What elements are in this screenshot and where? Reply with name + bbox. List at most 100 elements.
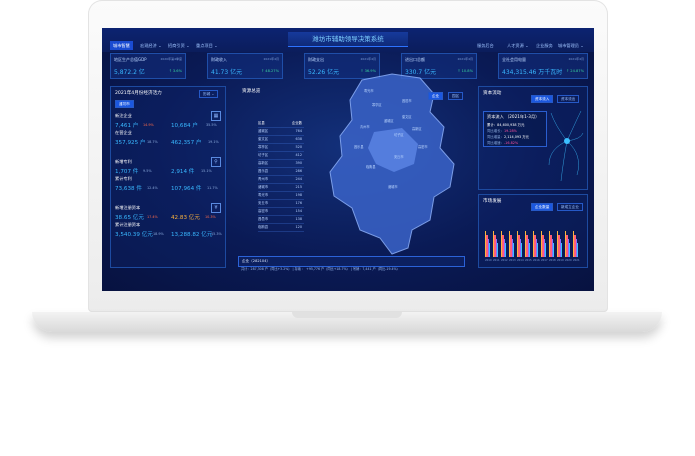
table-row[interactable]: 高密市 154 [258,208,304,216]
table-row[interactable]: 青州市 244 [258,176,304,184]
map-label[interactable]: 潍城区 [384,118,394,123]
laptop-notch [292,312,402,318]
district-cell: 高密市 [258,209,269,213]
count-cell: 390 [295,161,302,165]
table-row[interactable]: 寒亭区 520 [258,144,304,152]
district-cell: 寒亭区 [258,145,269,149]
year-bar-group [533,217,539,257]
year-label: 2012 [501,259,508,262]
card-change: ↑ 3.6% [168,69,182,73]
card-label: 进出口总额 [405,57,425,62]
market-years: 2010 2011 2012 2013 2014 2015 2016 2017 2018 2019… [485,259,581,264]
section-value-b: 10,684 户 [171,123,198,129]
economic-vitality-panel: 2021年4月份经济活力 历城 ⌄ 潍坊市 新注企业 7,461 户 14.9%… [110,86,226,268]
card-date: 2021年4月 [457,57,473,61]
section-change-a: 18.7% [147,140,158,144]
map-label[interactable]: 奎文区 [402,114,412,119]
district-cell: 昌邑市 [258,217,269,221]
map-label[interactable]: 高新区 [412,126,422,131]
year-bar-group [573,217,579,257]
count-cell: 638 [295,137,302,141]
card-date: 2021年4月 [360,57,376,61]
year-label: 2013 [509,259,516,262]
bar [553,243,555,257]
section-change-a: 14.9% [143,123,154,127]
district-table: 区县 企业数 潍城区 764 奎文区 638 寒亭区 520 坊子区 412 高新区 390 昌乐县… [258,120,304,232]
stat-card-revenue[interactable]: 财政收入 2021年4月 41.73 亿元 ↑ 48.27% [207,53,283,79]
enterprise-icon: ▦ [211,111,221,121]
map-label[interactable]: 诸城市 [388,184,398,189]
map-label[interactable]: 坊子区 [394,132,404,137]
section-value-b: 107,964 件 [171,186,202,192]
card-change: ↑ 48.27% [261,69,279,73]
stat-card-gdp[interactable]: 地区生产总值GDP 2020年第4季度 5,872.2 亿 ↑ 3.6% [110,53,186,79]
map-label[interactable]: 安丘市 [394,154,404,159]
table-row[interactable]: 诸城市 215 [258,184,304,192]
inflow-headline: 资本流入 （2021年1-3月） [487,114,540,119]
table-row[interactable]: 高新区 390 [258,160,304,168]
year-bar-group [549,217,555,257]
table-row[interactable]: 奎文区 638 [258,136,304,144]
section-title: 累计注册资本 [115,222,141,227]
district-dropdown[interactable]: 历城 ⌄ [199,90,219,98]
nav-right-1[interactable]: 人才资源 ⌄ [507,41,529,50]
stat-card-electricity[interactable]: 全社会用电量 2021年4月 434,315.46 万千瓦时 ↑ 24.87% [498,53,588,79]
table-row[interactable]: 昌邑市 138 [258,216,304,224]
tab-outflow[interactable]: 资本流出 [557,95,580,103]
year-label: 2021 [573,259,580,262]
count-cell: 120 [295,225,302,229]
table-row[interactable]: 坊子区 412 [258,152,304,160]
line-label: 同比增量： [487,135,504,139]
card-label: 全社会用电量 [502,57,526,62]
nav-item-2[interactable]: 招商引资 ⌄ [168,41,190,50]
table-row[interactable]: 安丘市 176 [258,200,304,208]
inflow-summary: 资本流入 （2021年1-3月） 累计：84,600,938 万元 同比增长：1… [483,111,547,147]
card-date: 2021年4月 [263,57,279,61]
section-value-a: 38.65 亿元 [115,215,144,221]
section-change-b: 10.3% [205,215,216,219]
count-cell: 176 [295,201,302,205]
section-title: 新增专利 [115,159,132,164]
table-row[interactable]: 临朐县 120 [258,224,304,232]
map-label[interactable]: 高密市 [418,144,428,149]
section-change-a: 17.4% [147,215,158,219]
bar [513,243,515,257]
map-label[interactable]: 寒亭区 [372,102,382,107]
nav-right-2[interactable]: 企业服务 [536,41,553,50]
nav-right-3[interactable]: 城市管理员 ⌄ [558,41,584,50]
count-cell: 198 [295,193,302,197]
table-row[interactable]: 昌乐县 286 [258,168,304,176]
year-bar-group [557,217,563,257]
nav-item-0[interactable]: 城市智慧 [110,41,133,50]
line-value: -16.82% [503,141,519,145]
subtab-weifang[interactable]: 潍坊市 [115,100,134,108]
panel-title: 2021年4月份经济活力 [115,91,162,96]
toggle-park[interactable]: 园区 [448,92,464,100]
section-change-a: 18.9% [153,232,164,236]
bar [577,243,579,257]
market-bars [485,217,581,257]
map-label[interactable]: 昌乐县 [354,144,364,149]
nav-item-1[interactable]: 宏观经济 ⌄ [140,41,162,50]
nav-item-3[interactable]: 重点项目 ⌄ [196,41,218,50]
card-value: 41.73 亿元 [211,69,243,76]
inflow-rate: 同比增速：-16.82% [487,140,518,145]
tab-new-enterprises[interactable]: 新成立企业 [557,203,583,211]
table-row[interactable]: 潍城区 764 [258,128,304,136]
map-label[interactable]: 昌邑市 [402,98,412,103]
resource-title: 资源总览 [242,89,261,94]
map-label[interactable]: 青州市 [360,124,370,129]
bar [521,243,523,257]
bar [545,243,547,257]
map-label[interactable]: 临朐县 [366,164,376,169]
nav-right-0[interactable]: 服务后台 [477,41,494,50]
year-label: 2018 [549,259,556,262]
table-row[interactable]: 寿光市 198 [258,192,304,200]
tab-enterprise-count[interactable]: 企业数量 [531,203,554,211]
tab-inflow[interactable]: 资本流入 [531,95,554,103]
section-change-b: 19.1% [208,140,219,144]
map-label[interactable]: 寿光市 [364,88,374,93]
district-cell: 昌乐县 [258,169,269,173]
toggle-enterprise[interactable]: 企业 [428,92,444,100]
card-label: 地区生产总值GDP [114,57,147,62]
